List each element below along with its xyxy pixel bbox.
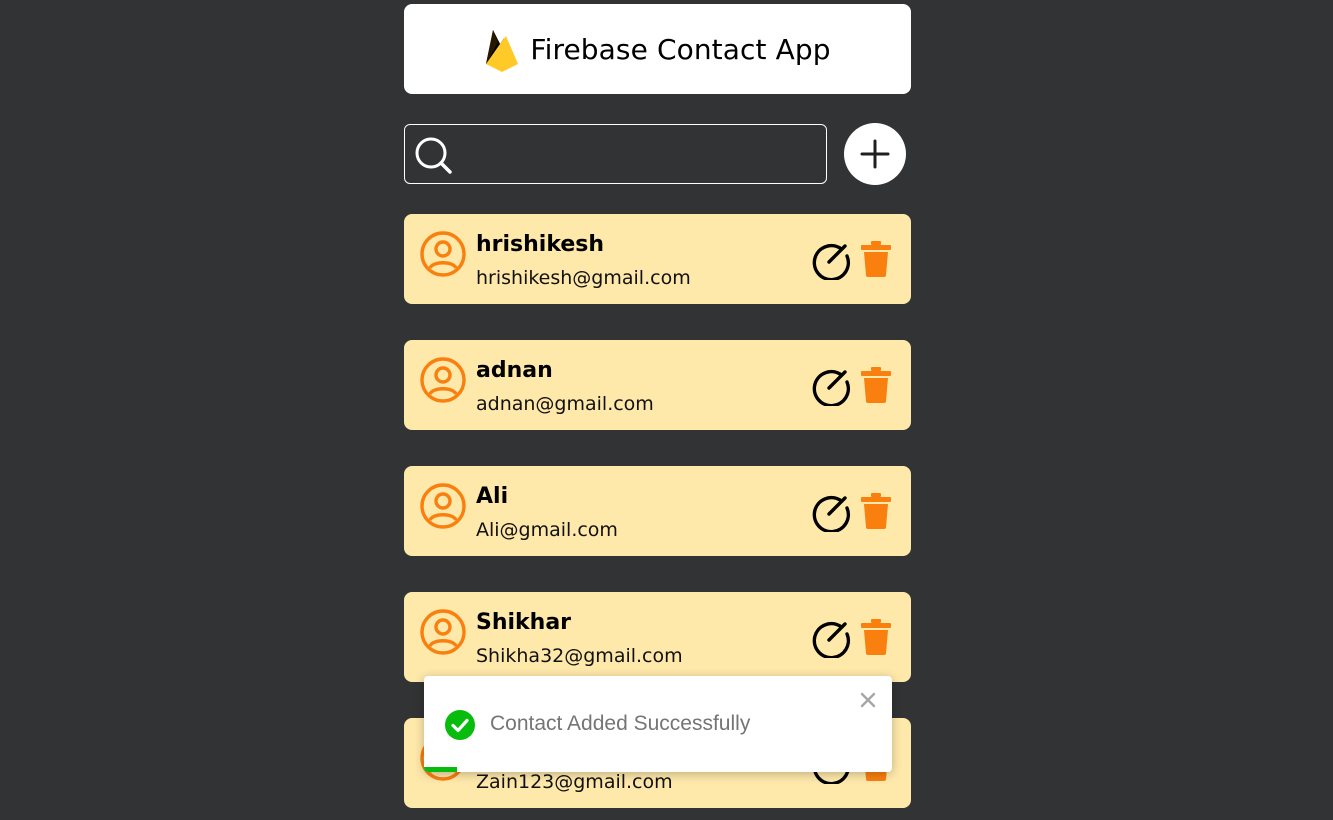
contact-name: adnan [476, 358, 553, 383]
user-avatar-icon [420, 231, 466, 277]
contact-card: Ali Ali@gmail.com [404, 466, 911, 556]
app-header: Firebase Contact App [404, 4, 911, 94]
success-check-icon [445, 710, 475, 740]
contact-email: Zain123@gmail.com [476, 771, 673, 793]
delete-icon[interactable] [861, 493, 891, 529]
search-box[interactable] [404, 124, 827, 184]
delete-icon[interactable] [861, 241, 891, 277]
contact-email: adnan@gmail.com [476, 393, 654, 415]
firebase-flame-icon [486, 30, 519, 72]
delete-icon[interactable] [861, 619, 891, 655]
search-row [404, 123, 911, 185]
contact-card: hrishikesh hrishikesh@gmail.com [404, 214, 911, 304]
add-contact-button[interactable] [844, 123, 906, 185]
user-avatar-icon [420, 609, 466, 655]
delete-icon[interactable] [861, 367, 891, 403]
toast-message: Contact Added Successfully [490, 712, 751, 735]
contact-email: Shikha32@gmail.com [476, 645, 683, 667]
contact-name: Ali [476, 484, 509, 509]
plus-icon [860, 139, 890, 169]
search-icon [415, 137, 452, 174]
app-container: Firebase Contact App hrishikesh hrishikes… [404, 0, 911, 820]
app-title: Firebase Contact App [530, 32, 831, 66]
toast-progress-bar [424, 767, 457, 772]
contact-name: hrishikesh [476, 232, 605, 257]
contact-card: adnan adnan@gmail.com [404, 340, 911, 430]
edit-icon[interactable] [811, 240, 851, 280]
contact-email: hrishikesh@gmail.com [476, 267, 691, 289]
contact-name: Shikhar [476, 610, 572, 635]
toast-notification[interactable]: Contact Added Successfully [424, 676, 892, 772]
close-icon[interactable] [858, 690, 878, 710]
edit-icon[interactable] [811, 492, 851, 532]
edit-icon[interactable] [811, 366, 851, 406]
contact-card: Shikhar Shikha32@gmail.com [404, 592, 911, 682]
contact-email: Ali@gmail.com [476, 519, 618, 541]
search-input[interactable] [461, 133, 820, 177]
user-avatar-icon [420, 357, 466, 403]
edit-icon[interactable] [811, 618, 851, 658]
user-avatar-icon [420, 483, 466, 529]
